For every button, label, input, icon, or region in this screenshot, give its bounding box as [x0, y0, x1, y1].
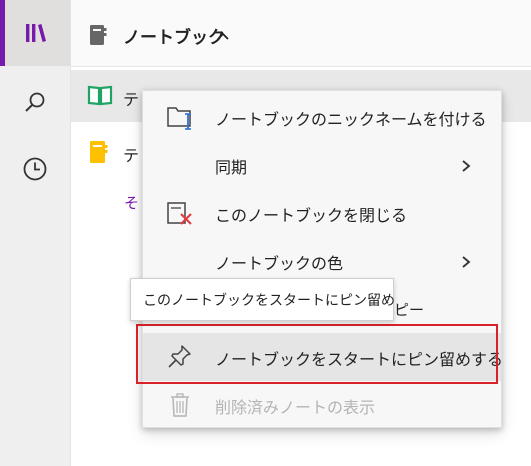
menu-item-label: このノートブックを閉じる	[215, 206, 408, 225]
menu-item-nickname[interactable]: ノートブックのニックネームを付ける	[143, 93, 501, 141]
notebooks-header[interactable]: ノートブック	[71, 0, 531, 67]
clock-icon	[23, 157, 47, 181]
trash-icon	[171, 393, 189, 417]
tooltip: このノートブックをスタートにピン留め	[130, 278, 395, 321]
search-button[interactable]	[0, 70, 70, 136]
close-notebook-icon	[167, 202, 192, 225]
active-indicator	[0, 0, 5, 66]
recent-button[interactable]	[0, 136, 70, 202]
chevron-right-icon	[462, 256, 471, 268]
folder-rename-icon	[167, 107, 191, 130]
tooltip-text: このノートブックをスタートにピン留め	[143, 293, 395, 309]
menu-item-close-notebook[interactable]: このノートブックを閉じる	[143, 189, 501, 237]
menu-item-show-deleted-notes: 削除済みノートの表示	[143, 381, 501, 429]
menu-item-label: ノートブックの色	[215, 254, 344, 273]
chevron-right-icon	[462, 160, 471, 172]
chevron-up-icon[interactable]	[216, 31, 230, 41]
open-notebook-icon	[87, 85, 113, 106]
menu-item-sync[interactable]: 同期	[143, 141, 501, 189]
notebook-label: テ	[123, 90, 140, 109]
menu-item-label: ノートブックのニックネームを付ける	[215, 110, 487, 129]
highlight-box	[136, 324, 498, 384]
search-icon	[25, 92, 45, 112]
notebooks-library-icon	[26, 24, 46, 42]
menu-item-copy-label-visible: ピー	[394, 301, 425, 319]
notebook-icon	[90, 141, 108, 163]
notebook-icon	[90, 25, 107, 45]
notebook-label: テ	[123, 146, 140, 165]
menu-item-label: 同期	[215, 158, 248, 177]
left-rail	[0, 0, 71, 466]
notebooks-button[interactable]	[0, 0, 70, 66]
more-notebooks-link[interactable]: そ	[124, 192, 139, 213]
page-title: ノートブック	[123, 28, 225, 48]
menu-item-label: 削除済みノートの表示	[215, 398, 376, 417]
